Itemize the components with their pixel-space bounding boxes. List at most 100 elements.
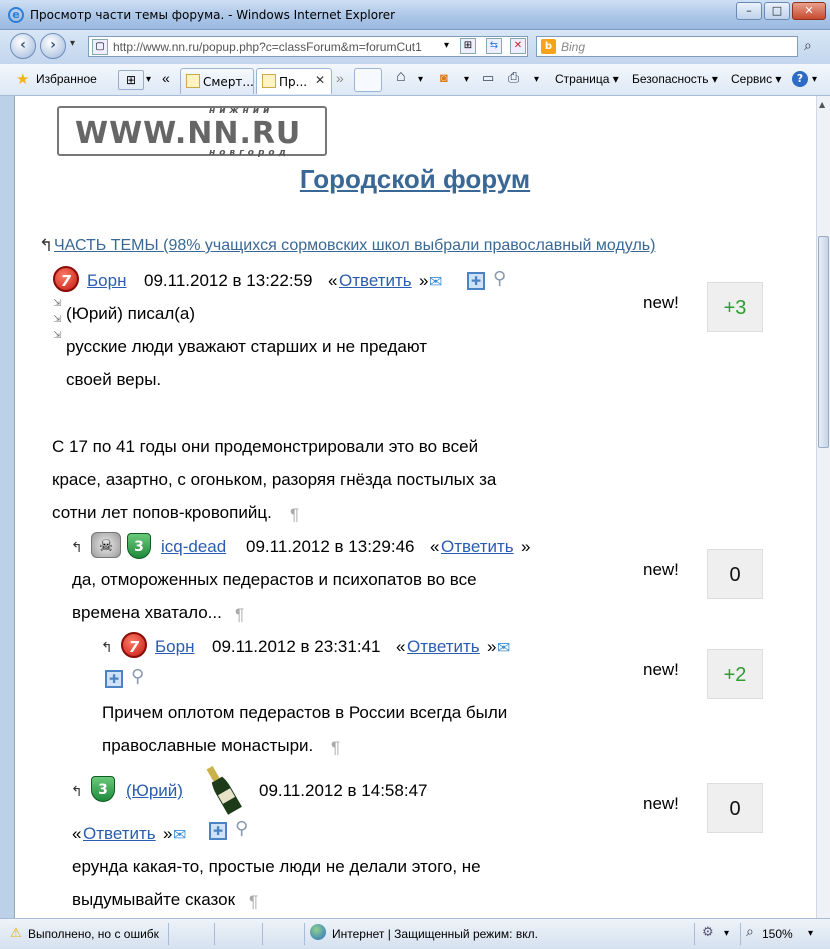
zoom-level[interactable]: 150% bbox=[762, 927, 793, 941]
envelope-icon[interactable]: ✉ bbox=[173, 825, 186, 844]
status-bar: ⚠ Выполнено, но с ошибк Интернет | Защищ… bbox=[0, 918, 830, 949]
rank-badge-icon: 7 bbox=[53, 266, 79, 292]
security-menu[interactable]: Безопасность ▾ bbox=[632, 72, 718, 86]
new-label: new! bbox=[643, 560, 679, 579]
vote-score[interactable]: 0 bbox=[707, 549, 763, 599]
pilcrow-icon: ¶ bbox=[331, 738, 341, 757]
forward-button[interactable]: › bbox=[40, 33, 66, 59]
window-title-bar: e Просмотр части темы форума. - Windows … bbox=[0, 0, 830, 30]
post-2-date: 09.11.2012 в 13:29:46 bbox=[246, 537, 415, 556]
quote-close: » bbox=[487, 637, 497, 656]
post-4-date: 09.11.2012 в 14:58:47 bbox=[259, 781, 428, 800]
key-icon[interactable]: ⚲ bbox=[131, 666, 144, 687]
status-divider bbox=[214, 923, 215, 945]
command-bar: ★ Избранное ⊞ ▾ « » ⌂ ▾ ◙ ▾ ▭ ⎙ ▾ Страни… bbox=[0, 64, 830, 96]
close-button[interactable]: ✕ bbox=[792, 2, 826, 20]
status-text: Выполнено, но с ошибк bbox=[28, 927, 159, 941]
pilcrow-icon: ¶ bbox=[235, 605, 245, 624]
tab-2[interactable]: Пр... ✕ bbox=[256, 68, 332, 94]
post-1-text-line: красе, азартно, с огоньком, разоряя гнёз… bbox=[52, 470, 497, 489]
home-dropdown-icon[interactable]: ▾ bbox=[418, 74, 423, 85]
vote-score[interactable]: +2 bbox=[707, 649, 763, 699]
status-divider bbox=[262, 923, 263, 945]
logo-top-text: нижний bbox=[209, 106, 274, 116]
refresh-icon[interactable]: ⇆ bbox=[486, 38, 502, 54]
key-icon[interactable]: ⚲ bbox=[493, 268, 506, 289]
print-icon[interactable]: ⎙ bbox=[508, 69, 519, 86]
post-1-author[interactable]: Борн bbox=[87, 271, 126, 291]
quote-open: « bbox=[72, 824, 82, 843]
address-dropdown-icon[interactable]: ▾ bbox=[444, 40, 449, 51]
post-1-text-line: С 17 по 41 годы они продемонстрировали э… bbox=[52, 437, 479, 456]
post-2-text-line: времена хватало... bbox=[72, 603, 222, 622]
quote-close: » bbox=[521, 537, 531, 556]
new-label: new! bbox=[643, 660, 679, 679]
gift-icon[interactable]: ✚ bbox=[467, 272, 485, 290]
post-4-author[interactable]: (Юрий) bbox=[126, 781, 183, 801]
history-dropdown-icon[interactable]: ▾ bbox=[70, 38, 75, 49]
protected-mode-icon[interactable]: ⚙ bbox=[702, 925, 714, 940]
stop-icon[interactable]: ✕ bbox=[510, 38, 526, 54]
rss-icon[interactable]: ◙ bbox=[440, 70, 448, 85]
search-input[interactable]: b Bing bbox=[536, 36, 798, 57]
vote-score[interactable]: 0 bbox=[707, 783, 763, 833]
forum-title-link[interactable]: Городской форум bbox=[15, 164, 815, 195]
tab-close-icon[interactable]: ✕ bbox=[315, 73, 325, 87]
post-1-date: 09.11.2012 в 13:22:59 bbox=[144, 271, 313, 290]
gift-icon[interactable]: ✚ bbox=[105, 670, 123, 688]
mail-icon[interactable]: ▭ bbox=[482, 70, 494, 86]
window-title: Просмотр части темы форума. - Windows In… bbox=[30, 8, 396, 22]
envelope-icon[interactable]: ✉ bbox=[497, 638, 510, 657]
warning-icon[interactable]: ⚠ bbox=[10, 926, 22, 941]
gift-icon[interactable]: ✚ bbox=[209, 822, 227, 840]
post-3-reply-link[interactable]: Ответить bbox=[407, 637, 480, 657]
tab-1[interactable]: Смерт... bbox=[180, 68, 254, 94]
protected-dropdown-icon[interactable]: ▾ bbox=[724, 928, 729, 939]
topic-link[interactable]: ЧАСТЬ ТЕМЫ (98% учащихся сормовских школ… bbox=[54, 237, 655, 255]
compat-view-icon[interactable]: ⊞ bbox=[460, 38, 476, 54]
zoom-dropdown-icon[interactable]: ▾ bbox=[808, 928, 813, 939]
maximize-button[interactable]: □ bbox=[764, 2, 790, 20]
reply-arrow-icon: ↰ bbox=[71, 540, 83, 556]
security-zone-text: Интернет | Защищенный режим: вкл. bbox=[332, 927, 538, 941]
page-menu[interactable]: Страница ▾ bbox=[555, 72, 619, 86]
minimize-button[interactable]: – bbox=[736, 2, 762, 20]
tab-scroll-right-icon[interactable]: » bbox=[336, 70, 344, 86]
tools-menu[interactable]: Сервис ▾ bbox=[731, 72, 781, 86]
site-logo[interactable]: нижний WWW.NN.RU новгород bbox=[57, 106, 327, 158]
key-icon[interactable]: ⚲ bbox=[235, 818, 248, 839]
back-button[interactable]: ‹ bbox=[10, 33, 36, 59]
new-label: new! bbox=[643, 293, 679, 312]
post-2-reply-link[interactable]: Ответить bbox=[441, 537, 514, 557]
post-1-reply-link[interactable]: Ответить bbox=[339, 271, 412, 291]
rank-badge-icon: 3 bbox=[91, 776, 115, 802]
post-3-author[interactable]: Борн bbox=[155, 637, 194, 657]
post-4-reply-link[interactable]: Ответить bbox=[83, 824, 156, 844]
envelope-icon[interactable]: ✉ bbox=[429, 272, 442, 291]
tab-2-label: Пр... bbox=[279, 75, 308, 89]
vote-score[interactable]: +3 bbox=[707, 282, 763, 332]
globe-icon bbox=[310, 924, 326, 940]
reply-arrow-icon: ↰ bbox=[71, 784, 83, 800]
scrollbar-thumb[interactable] bbox=[818, 236, 829, 448]
new-label: new! bbox=[643, 794, 679, 813]
post-2-author[interactable]: icq-dead bbox=[161, 537, 226, 557]
new-tab-button[interactable] bbox=[354, 68, 382, 92]
search-icon[interactable]: ⌕ bbox=[804, 38, 812, 54]
home-icon[interactable]: ⌂ bbox=[396, 68, 406, 86]
bing-icon: b bbox=[541, 39, 556, 54]
quick-tabs-icon[interactable]: ⊞ bbox=[118, 70, 144, 90]
post-2-text-line: да, отмороженных педерастов и психопатов… bbox=[72, 570, 477, 589]
help-icon[interactable]: ? bbox=[792, 71, 808, 87]
tab-list-dropdown-icon[interactable]: ▾ bbox=[146, 74, 151, 85]
scroll-up-icon[interactable]: ▲ bbox=[819, 100, 825, 109]
zoom-icon[interactable]: ⌕ bbox=[746, 924, 754, 940]
security-menu-label: Безопасность bbox=[632, 72, 709, 86]
favorites-button[interactable]: Избранное bbox=[36, 72, 97, 86]
vertical-scrollbar[interactable]: ▲ bbox=[816, 96, 830, 918]
rss-dropdown-icon[interactable]: ▾ bbox=[464, 74, 469, 85]
tab-favicon-icon bbox=[262, 74, 276, 88]
print-dropdown-icon[interactable]: ▾ bbox=[534, 74, 539, 85]
help-dropdown-icon[interactable]: ▾ bbox=[812, 74, 817, 85]
tab-scroll-left-icon[interactable]: « bbox=[162, 70, 170, 86]
